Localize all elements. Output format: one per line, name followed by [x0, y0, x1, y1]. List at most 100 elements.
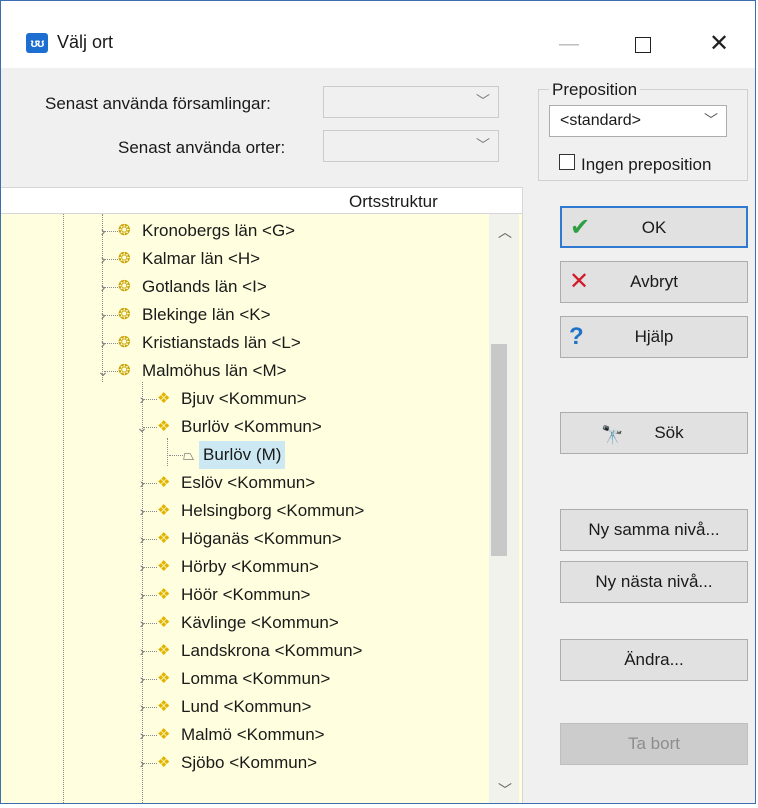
county-icon: ❂ [118, 334, 131, 351]
place-tree[interactable]: › ❂ Kronobergs län <G> › ❂ Kalmar län <H> › ❂ Go… [1, 214, 523, 803]
tree-item[interactable]: › ❖ Höganäs <Kommun> [1, 525, 486, 553]
tree-item-label: Gotlands län <I> [142, 277, 267, 296]
tree-item-label: Höör <Kommun> [181, 585, 311, 604]
tree-item[interactable]: ⏢ Burlöv (M) [1, 441, 486, 469]
municipality-icon: ❖ [157, 418, 171, 435]
tree-item-label: Malmöhus län <M> [142, 361, 287, 380]
tree-item-label: Helsingborg <Kommun> [181, 501, 365, 520]
tree-connector [143, 539, 157, 540]
tree-item-label: Kronobergs län <G> [142, 221, 296, 240]
scroll-down-icon[interactable]: ﹀ [498, 780, 512, 800]
no-preposition-checkbox[interactable] [559, 154, 575, 170]
tree-item-label: Blekinge län <K> [142, 305, 271, 324]
preposition-dropdown[interactable]: <standard> ﹀ [549, 105, 727, 137]
preposition-selected-value: <standard> [560, 112, 641, 129]
tree-connector [104, 259, 118, 260]
tree-item-label: Landskrona <Kommun> [181, 641, 363, 660]
chevron-down-icon: ﹀ [704, 112, 718, 128]
tree-item-label: Burlöv <Kommun> [181, 417, 322, 436]
close-button[interactable]: ✕ [691, 25, 747, 63]
new-next-level-button[interactable]: Ny nästa nivå... [560, 561, 748, 603]
municipality-icon: ❖ [157, 530, 171, 547]
tree-connector [104, 315, 118, 316]
tree-connector [143, 679, 157, 680]
tree-connector [143, 735, 157, 736]
municipality-icon: ❖ [157, 642, 171, 659]
tree-item[interactable]: › ❂ Blekinge län <K> [1, 301, 486, 329]
county-icon: ❂ [118, 222, 131, 239]
tree-connector [143, 427, 157, 428]
tree-column-header[interactable]: Ortsstruktur [1, 187, 523, 214]
tree-connector [143, 399, 157, 400]
tree-connector [143, 511, 157, 512]
municipality-icon: ❖ [157, 558, 171, 575]
county-icon: ❂ [118, 362, 131, 379]
dialog-window: ʊʊ Välj ort — ✕ Senast använda församlin… [0, 0, 756, 804]
tree-item-label: Burlöv (M) [199, 441, 286, 469]
county-icon: ❂ [118, 278, 131, 295]
preposition-group-label: Preposition [549, 80, 641, 100]
municipality-icon: ❖ [157, 698, 171, 715]
tree-connector [169, 455, 183, 456]
tree-item[interactable]: › ❖ Höör <Kommun> [1, 581, 486, 609]
tree-item[interactable]: › ❖ Lomma <Kommun> [1, 665, 486, 693]
delete-button: Ta bort [560, 723, 748, 765]
tree-item[interactable]: › ❖ Malmö <Kommun> [1, 721, 486, 749]
municipality-icon: ❖ [157, 390, 171, 407]
municipality-icon: ❖ [157, 754, 171, 771]
municipality-icon: ❖ [157, 502, 171, 519]
scroll-up-icon[interactable]: ︿ [498, 222, 512, 242]
find-button[interactable]: 🔭 Sök [560, 412, 748, 454]
municipality-icon: ❖ [157, 726, 171, 743]
tree-item[interactable]: ⌄ ❂ Malmöhus län <M> [1, 357, 486, 385]
tree-item[interactable]: › ❂ Kalmar län <H> [1, 245, 486, 273]
county-icon: ❂ [118, 306, 131, 323]
ok-button[interactable]: ✔ OK [560, 206, 748, 248]
help-button[interactable]: ? Hjälp [560, 316, 748, 358]
close-icon: ✕ [708, 30, 730, 57]
tree-item[interactable]: › ❂ Kronobergs län <G> [1, 217, 486, 245]
tree-item-label: Höganäs <Kommun> [181, 529, 342, 548]
municipality-icon: ❖ [157, 614, 171, 631]
tree-connector [143, 483, 157, 484]
tree-item[interactable]: › ❖ Sjöbo <Kommun> [1, 749, 486, 777]
tree-connector [104, 287, 118, 288]
maximize-button[interactable] [615, 25, 671, 63]
tree-item[interactable]: › ❖ Hörby <Kommun> [1, 553, 486, 581]
cancel-button[interactable]: ✕ Avbryt [560, 261, 748, 303]
recent-places-dropdown[interactable]: ﹀ [323, 130, 499, 162]
edit-button[interactable]: Ändra... [560, 639, 748, 681]
window-title: Välj ort [57, 32, 114, 52]
tree-connector [143, 595, 157, 596]
tree-connector [143, 623, 157, 624]
new-same-level-button[interactable]: Ny samma nivå... [560, 509, 748, 551]
tree-item[interactable]: › ❖ Landskrona <Kommun> [1, 637, 486, 665]
tree-connector [143, 567, 157, 568]
chevron-down-icon: ﹀ [476, 93, 490, 109]
tree-connector [104, 343, 118, 344]
title-bar[interactable]: ʊʊ Välj ort — ✕ [1, 1, 755, 68]
municipality-icon: ❖ [157, 474, 171, 491]
tree-item-label: Bjuv <Kommun> [181, 389, 307, 408]
tree-item[interactable]: › ❂ Gotlands län <I> [1, 273, 486, 301]
scrollbar-thumb[interactable] [491, 344, 507, 556]
minimize-button[interactable]: — [541, 25, 597, 63]
recent-parishes-dropdown[interactable]: ﹀ [323, 86, 499, 118]
tree-scrollbar[interactable]: ︿ ﹀ [489, 214, 519, 803]
tree-item[interactable]: ⌄ ❖ Burlöv <Kommun> [1, 413, 486, 441]
no-preposition-label[interactable]: Ingen preposition [581, 155, 711, 175]
tree-item[interactable]: › ❖ Kävlinge <Kommun> [1, 609, 486, 637]
tree-header-label: Ortsstruktur [349, 192, 438, 211]
tree-item-label: Eslöv <Kommun> [181, 473, 316, 492]
tree-item[interactable]: › ❂ Kristianstads län <L> [1, 329, 486, 357]
municipality-icon: ❖ [157, 670, 171, 687]
tree-item[interactable]: › ❖ Eslöv <Kommun> [1, 469, 486, 497]
tree-item[interactable]: › ❖ Bjuv <Kommun> [1, 385, 486, 413]
tree-item-label: Hörby <Kommun> [181, 557, 319, 576]
tree-item[interactable]: › ❖ Helsingborg <Kommun> [1, 497, 486, 525]
recent-parishes-label: Senast använda församlingar: [45, 94, 271, 113]
tree-item-label: Kalmar län <H> [142, 249, 261, 268]
tree-connector [143, 707, 157, 708]
tree-item[interactable]: › ❖ Lund <Kommun> [1, 693, 486, 721]
recent-places-label: Senast använda orter: [118, 138, 286, 157]
